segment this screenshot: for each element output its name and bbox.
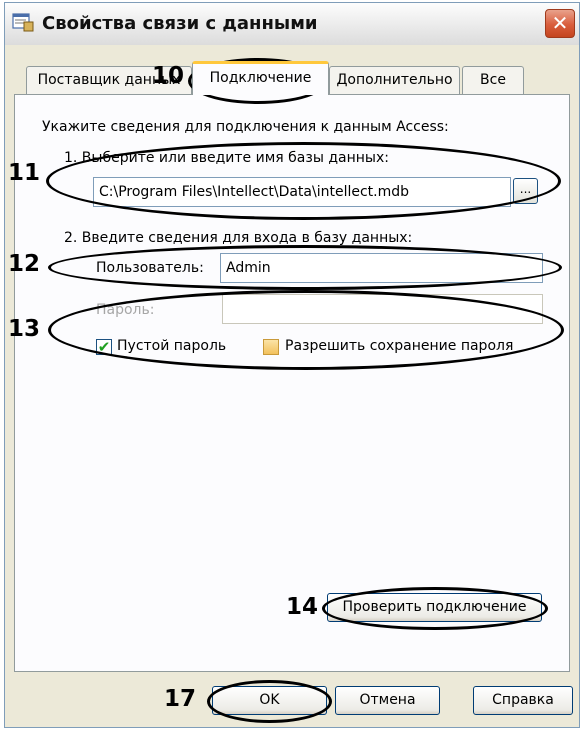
user-label: Пользователь:: [96, 260, 204, 276]
check-icon: ✔: [97, 338, 111, 356]
callout-number-17: 17: [164, 686, 197, 712]
callout-number-11: 11: [8, 160, 41, 186]
callout-number-14: 14: [286, 594, 319, 620]
ok-button[interactable]: OK: [212, 686, 327, 715]
browse-button[interactable]: ...: [513, 178, 538, 204]
callout-number-13: 13: [8, 316, 41, 342]
callout-number-10: 10: [152, 63, 185, 89]
database-path-input[interactable]: C:\Program Files\Intellect\Data\intellec…: [93, 177, 511, 207]
test-connection-button[interactable]: Проверить подключение: [327, 593, 542, 622]
username-input[interactable]: Admin: [220, 253, 543, 283]
password-input[interactable]: [222, 294, 543, 324]
callout-number-12: 12: [8, 251, 41, 277]
allow-save-password-label: Разрешить сохранение пароля: [285, 338, 514, 354]
close-icon: ✕: [551, 11, 569, 35]
step1-label: 1. Выберите или введите имя базы данных:: [64, 150, 389, 166]
connection-intro: Укажите сведения для подключения к данны…: [42, 119, 449, 135]
window-title: Свойства связи с данными: [42, 13, 318, 34]
tab-all[interactable]: Все: [462, 66, 524, 94]
help-button[interactable]: Справка: [473, 686, 573, 715]
password-label: Пароль:: [96, 302, 155, 318]
step2-label: 2. Введите сведения для входа в базу дан…: [64, 230, 413, 246]
tab-connection[interactable]: Подключение: [192, 61, 329, 95]
blank-password-checkbox[interactable]: ✔: [96, 339, 112, 355]
blank-password-label: Пустой пароль: [117, 338, 227, 354]
allow-save-password-checkbox[interactable]: [263, 339, 279, 355]
close-button[interactable]: ✕: [545, 9, 575, 38]
tab-label: Подключение: [209, 70, 312, 86]
tab-advanced[interactable]: Дополнительно: [329, 66, 460, 94]
tab-label: Все: [480, 72, 506, 88]
cancel-button[interactable]: Отмена: [335, 686, 440, 715]
data-link-icon: [12, 13, 34, 32]
tab-label: Дополнительно: [336, 72, 453, 88]
